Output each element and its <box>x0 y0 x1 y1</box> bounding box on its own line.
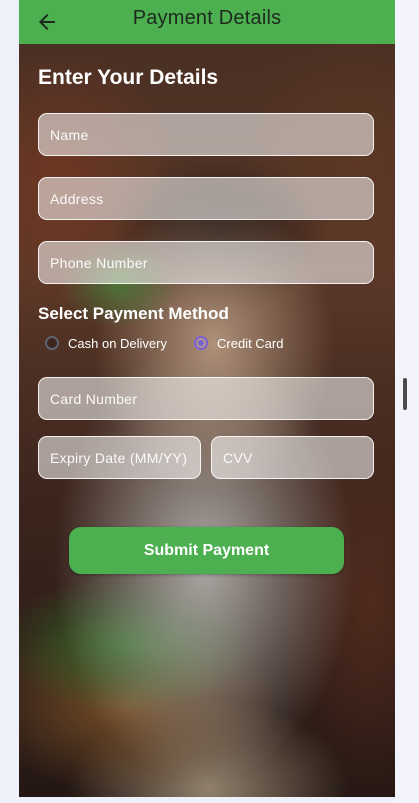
app-screen: Payment Details Enter Your Details Selec… <box>19 0 395 797</box>
submit-payment-button[interactable]: Submit Payment <box>69 527 344 574</box>
radio-unchecked-icon[interactable] <box>45 336 59 350</box>
payment-method-label: Select Payment Method <box>38 304 229 323</box>
expiry-date-field[interactable] <box>38 436 201 479</box>
address-field[interactable] <box>38 177 374 220</box>
radio-option-cash-on-delivery[interactable]: Cash on Delivery <box>45 333 167 353</box>
radio-label-cash-on-delivery: Cash on Delivery <box>68 335 167 351</box>
scroll-track <box>395 0 419 803</box>
card-number-field[interactable] <box>38 377 374 420</box>
phone-number-field[interactable] <box>38 241 374 284</box>
payment-form: Enter Your Details Select Payment Method… <box>19 44 395 797</box>
bottom-strip <box>19 797 395 803</box>
cvv-field[interactable] <box>211 436 374 479</box>
radio-option-credit-card[interactable]: Credit Card <box>194 333 283 353</box>
radio-checked-icon[interactable] <box>194 336 208 350</box>
form-heading: Enter Your Details <box>38 66 219 89</box>
radio-label-credit-card: Credit Card <box>217 335 284 351</box>
app-bar: Payment Details <box>19 0 395 44</box>
name-field[interactable] <box>38 113 374 156</box>
scrollbar-handle[interactable] <box>403 378 407 410</box>
page-title: Payment Details <box>132 7 282 29</box>
